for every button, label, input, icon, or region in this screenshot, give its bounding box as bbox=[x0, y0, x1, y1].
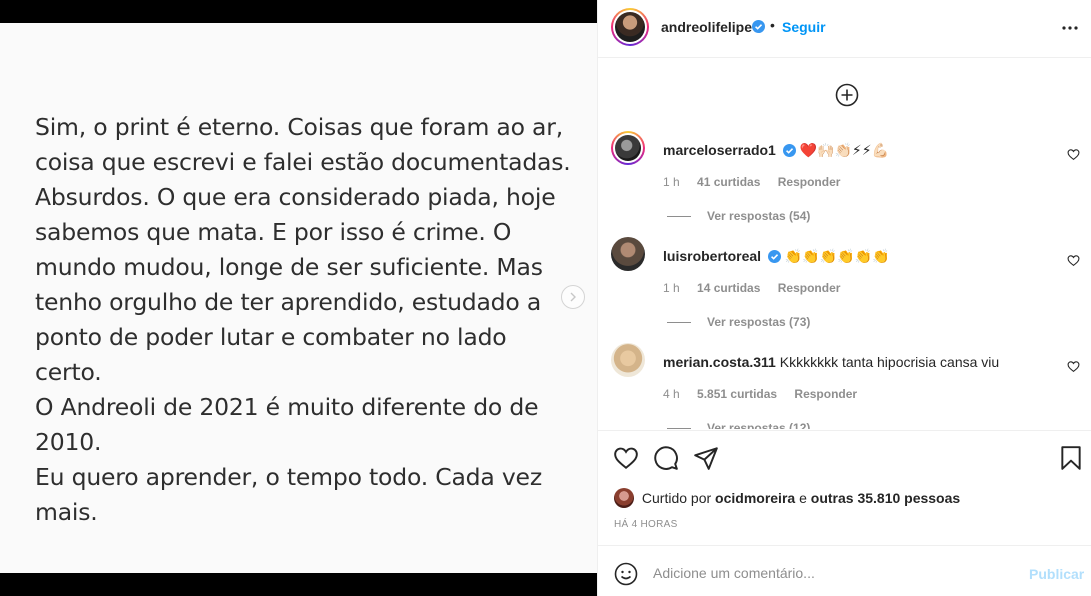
comment-input[interactable] bbox=[653, 559, 1013, 587]
comment-likes[interactable]: 14 curtidas bbox=[697, 281, 760, 295]
view-replies-button[interactable]: Ver respostas (73) bbox=[667, 315, 810, 329]
heart-icon[interactable] bbox=[613, 445, 639, 471]
comment-likes[interactable]: 41 curtidas bbox=[697, 175, 760, 189]
heart-icon[interactable] bbox=[1067, 148, 1080, 161]
comments-list[interactable]: marceloserrado1 ❤️🙌🏻👏🏻⚡⚡💪🏻 1 h 41 curtid… bbox=[598, 59, 1091, 429]
comment-text: 👏👏👏👏👏👏 bbox=[784, 248, 890, 264]
add-circle-icon[interactable] bbox=[835, 83, 859, 107]
comment-username[interactable]: luisrobertoreal bbox=[663, 248, 761, 264]
letterbox-bottom bbox=[0, 573, 597, 596]
comment-likes[interactable]: 5.851 curtidas bbox=[697, 387, 777, 401]
comment-username[interactable]: merian.costa.311 bbox=[663, 354, 776, 370]
heart-icon[interactable] bbox=[1067, 254, 1080, 267]
comment-username[interactable]: marceloserrado1 bbox=[663, 142, 776, 158]
comment-text: Kkkkkkkk tanta hipocrisia cansa viu bbox=[779, 354, 1000, 370]
liked-by-others[interactable]: outras 35.810 pessoas bbox=[811, 490, 960, 506]
post-actions: Curtido por ocidmoreira e outras 35.810 … bbox=[598, 430, 1091, 545]
commenter-avatar[interactable] bbox=[611, 131, 645, 165]
verified-icon bbox=[767, 250, 781, 263]
comment-text: ❤️🙌🏻👏🏻⚡⚡💪🏻 bbox=[799, 142, 890, 158]
next-slide-button[interactable] bbox=[561, 285, 585, 309]
add-comment-bar: Publicar bbox=[598, 545, 1091, 596]
reply-button[interactable]: Responder bbox=[778, 281, 841, 295]
liked-by: Curtido por ocidmoreira e outras 35.810 … bbox=[614, 488, 960, 508]
view-replies-button[interactable]: Ver respostas (54) bbox=[667, 209, 810, 223]
reply-button[interactable]: Responder bbox=[794, 387, 857, 401]
emoji-icon[interactable] bbox=[614, 562, 638, 586]
follow-button[interactable]: Seguir bbox=[782, 19, 826, 35]
letterbox-top bbox=[0, 0, 597, 23]
verified-icon bbox=[782, 144, 796, 157]
author-avatar[interactable] bbox=[611, 8, 649, 46]
commenter-avatar[interactable] bbox=[611, 237, 645, 271]
comment-time[interactable]: 1 h bbox=[663, 281, 680, 295]
chevron-right-icon bbox=[570, 292, 576, 302]
view-replies-button[interactable]: Ver respostas (12) bbox=[667, 421, 810, 429]
heart-icon[interactable] bbox=[1067, 360, 1080, 373]
more-options-icon[interactable] bbox=[1060, 20, 1080, 36]
comment-icon[interactable] bbox=[653, 445, 679, 471]
header-separator: • bbox=[770, 17, 775, 33]
comment-time[interactable]: 4 h bbox=[663, 387, 680, 401]
comment-time[interactable]: 1 h bbox=[663, 175, 680, 189]
post-side-panel: andreolifelipe • Seguir marceloserrado1 bbox=[597, 0, 1091, 596]
bookmark-icon[interactable] bbox=[1058, 445, 1084, 471]
post-header: andreolifelipe • Seguir bbox=[598, 0, 1091, 58]
liked-by-prefix: Curtido por bbox=[641, 490, 712, 506]
share-icon[interactable] bbox=[693, 445, 719, 471]
post-image-text: Sim, o print é eterno. Coisas que foram … bbox=[35, 113, 571, 526]
publish-button[interactable]: Publicar bbox=[1029, 566, 1084, 582]
liked-by-conjunction: e bbox=[799, 490, 807, 506]
post-media: Sim, o print é eterno. Coisas que foram … bbox=[0, 0, 597, 596]
liker-avatar[interactable] bbox=[614, 488, 634, 508]
post-timestamp[interactable]: HÁ 4 HORAS bbox=[614, 519, 678, 530]
author-username[interactable]: andreolifelipe bbox=[661, 19, 752, 35]
verified-icon bbox=[752, 20, 765, 33]
liked-by-user[interactable]: ocidmoreira bbox=[715, 490, 795, 506]
reply-button[interactable]: Responder bbox=[778, 175, 841, 189]
commenter-avatar[interactable] bbox=[611, 343, 645, 377]
